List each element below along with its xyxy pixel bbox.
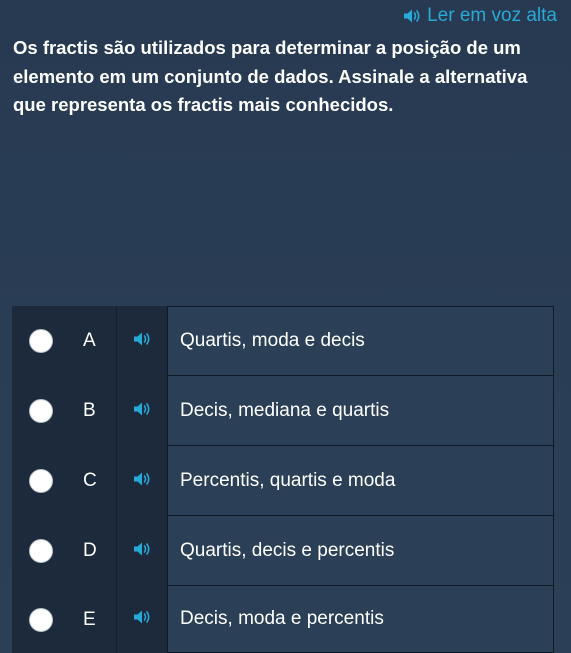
- option-text[interactable]: Percentis, quartis e moda: [167, 446, 554, 516]
- speaker-icon: [133, 401, 152, 422]
- option-text[interactable]: Decis, mediana e quartis: [167, 376, 554, 446]
- speaker-icon: [133, 471, 152, 492]
- option-text[interactable]: Decis, moda e percentis: [167, 586, 554, 653]
- option-b[interactable]: B Decis, mediana e quartis: [12, 376, 554, 446]
- question-text: Os fractis são utilizados para determina…: [13, 37, 528, 115]
- option-letter: E: [83, 608, 96, 630]
- radio-button[interactable]: [29, 539, 53, 563]
- option-a[interactable]: A Quartis, moda e decis: [12, 306, 554, 376]
- option-speaker-button[interactable]: [116, 586, 167, 653]
- speaker-icon: [133, 331, 152, 352]
- option-letter: A: [83, 330, 96, 351]
- option-text[interactable]: Quartis, moda e decis: [167, 306, 554, 376]
- option-speaker-button[interactable]: [116, 376, 167, 446]
- option-speaker-button[interactable]: [116, 516, 167, 586]
- radio-button[interactable]: [29, 329, 53, 353]
- speaker-icon: [133, 609, 152, 630]
- radio-button[interactable]: [29, 399, 53, 423]
- answer-options: A Quartis, moda e decis B Decis, mediana…: [12, 306, 554, 653]
- option-letter: D: [83, 540, 97, 561]
- option-c[interactable]: C Percentis, quartis e moda: [12, 446, 554, 516]
- read-aloud-label: Ler em voz alta: [427, 5, 557, 26]
- option-e[interactable]: E Decis, moda e percentis: [12, 586, 554, 653]
- speaker-icon: [133, 541, 152, 562]
- option-d[interactable]: D Quartis, decis e percentis: [12, 516, 554, 586]
- option-text[interactable]: Quartis, decis e percentis: [167, 516, 554, 586]
- read-aloud-button[interactable]: Ler em voz alta: [403, 5, 557, 27]
- radio-button[interactable]: [29, 607, 53, 632]
- option-letter: B: [83, 400, 96, 421]
- option-speaker-button[interactable]: [116, 306, 167, 376]
- radio-button[interactable]: [29, 469, 53, 493]
- option-speaker-button[interactable]: [116, 446, 167, 516]
- option-letter: C: [83, 470, 97, 491]
- speaker-icon: [403, 8, 422, 24]
